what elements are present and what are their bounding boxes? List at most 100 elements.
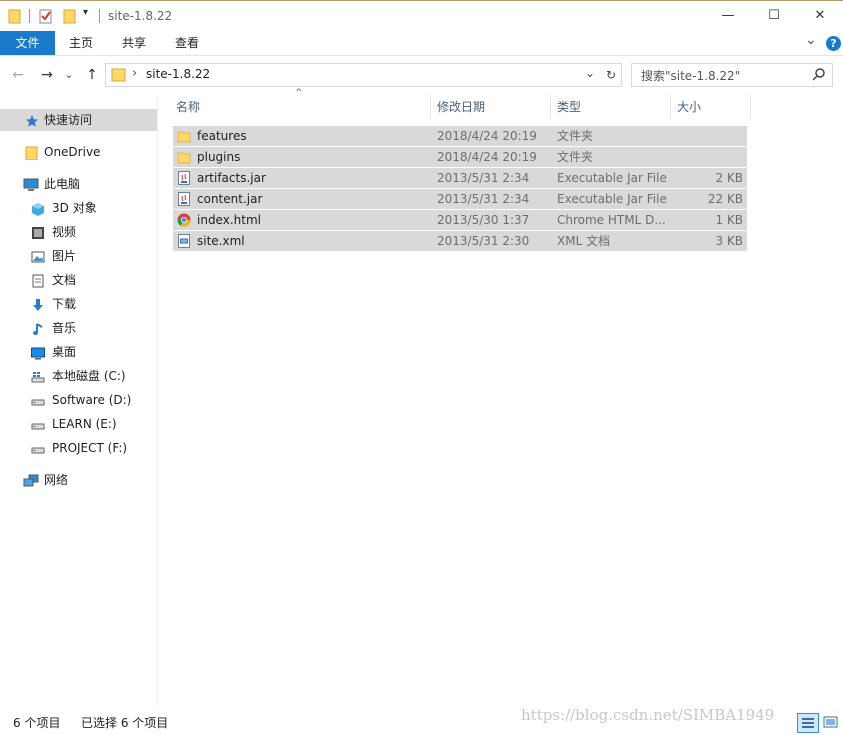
nav-label: 此电脑 bbox=[44, 177, 81, 191]
nav-label: 3D 对象 bbox=[52, 201, 97, 215]
minimize-button[interactable]: — bbox=[705, 1, 751, 31]
large-icons-view-button[interactable] bbox=[821, 713, 841, 731]
nav-onedrive[interactable]: OneDrive bbox=[0, 141, 157, 163]
nav-item[interactable]: 图片 bbox=[0, 245, 157, 267]
sort-ascending-icon: ^ bbox=[295, 88, 303, 98]
nav-item[interactable]: Software (D:) bbox=[0, 389, 157, 411]
address-dropdown-icon[interactable]: ⌄ bbox=[585, 66, 595, 80]
ribbon-tabs: 文件 主页 共享 查看 ⌄ ? bbox=[0, 31, 843, 56]
back-button[interactable]: ← bbox=[7, 64, 29, 86]
forward-button[interactable]: → bbox=[36, 64, 58, 86]
nav-item[interactable]: 本地磁盘 (C:) bbox=[0, 365, 157, 387]
nav-item[interactable]: 视频 bbox=[0, 221, 157, 243]
nav-label: 视频 bbox=[52, 225, 77, 239]
folder-icon bbox=[177, 150, 191, 164]
column-header-size[interactable]: 大小 bbox=[671, 95, 751, 119]
file-row[interactable]: site.xml 2013/5/31 2:30 XML 文档 3 KB bbox=[173, 231, 747, 251]
column-header-type[interactable]: 类型 bbox=[551, 95, 671, 119]
documents-icon bbox=[31, 273, 45, 288]
column-header-name[interactable]: 名称 bbox=[170, 95, 431, 119]
file-date: 2013/5/31 2:34 bbox=[437, 192, 530, 206]
nav-label: 图片 bbox=[52, 249, 77, 263]
video-icon bbox=[31, 225, 45, 239]
title-bar[interactable]: ▾ site-1.8.22 — ☐ ✕ bbox=[0, 1, 843, 31]
file-row[interactable]: plugins 2018/4/24 20:19 文件夹 bbox=[173, 147, 747, 167]
refresh-button[interactable]: ↻ bbox=[601, 63, 622, 87]
nav-quick-access[interactable]: 快速访问 bbox=[0, 109, 157, 131]
nav-item[interactable]: 桌面 bbox=[0, 341, 157, 363]
file-name: plugins bbox=[197, 150, 241, 164]
nav-item[interactable]: 3D 对象 bbox=[0, 197, 157, 219]
folder-icon bbox=[7, 8, 23, 24]
column-header-date[interactable]: 修改日期 bbox=[431, 95, 551, 119]
system-drive-icon bbox=[31, 369, 45, 383]
pictures-icon bbox=[31, 249, 45, 263]
music-icon bbox=[31, 321, 45, 335]
breadcrumb-current[interactable]: site-1.8.22 bbox=[146, 67, 210, 81]
file-row[interactable]: artifacts.jar 2013/5/31 2:34 Executable Ja… bbox=[173, 168, 747, 188]
recent-locations-button[interactable]: ⌄ bbox=[62, 64, 76, 86]
nav-this-pc[interactable]: 此电脑 bbox=[0, 173, 157, 195]
nav-item[interactable]: 音乐 bbox=[0, 317, 157, 339]
onedrive-icon bbox=[25, 145, 39, 161]
file-type: Executable Jar File bbox=[557, 171, 667, 185]
file-row[interactable]: features 2018/4/24 20:19 文件夹 bbox=[173, 126, 747, 146]
file-size: 22 KB bbox=[707, 192, 743, 206]
search-input[interactable]: 搜索"site-1.8.22" bbox=[641, 67, 740, 84]
nav-label: 网络 bbox=[44, 473, 69, 487]
help-icon[interactable]: ? bbox=[826, 36, 841, 51]
properties-icon[interactable] bbox=[38, 8, 54, 24]
file-size: 2 KB bbox=[715, 171, 743, 185]
file-name: site.xml bbox=[197, 234, 245, 248]
customize-quick-access-icon[interactable]: ▾ bbox=[83, 7, 93, 23]
file-row[interactable]: content.jar 2013/5/31 2:34 Executable Jar … bbox=[173, 189, 747, 209]
nav-item[interactable]: PROJECT (F:) bbox=[0, 437, 157, 459]
details-view-button[interactable] bbox=[797, 713, 819, 733]
desktop-icon bbox=[31, 345, 45, 360]
3d-objects-icon bbox=[31, 201, 45, 216]
nav-item[interactable]: 文档 bbox=[0, 269, 157, 291]
breadcrumb-separator[interactable]: › bbox=[132, 66, 137, 81]
address-bar[interactable]: › site-1.8.22 ⌄ bbox=[105, 63, 603, 87]
file-date: 2013/5/30 1:37 bbox=[437, 213, 530, 227]
up-button[interactable]: ↑ bbox=[81, 64, 103, 86]
close-button[interactable]: ✕ bbox=[797, 1, 843, 31]
file-date: 2018/4/24 20:19 bbox=[437, 150, 537, 164]
nav-label: OneDrive bbox=[44, 145, 101, 159]
nav-network[interactable]: 网络 bbox=[0, 469, 157, 491]
status-selection: 已选择 6 个项目 bbox=[81, 716, 169, 730]
tab-file[interactable]: 文件 bbox=[0, 31, 55, 55]
nav-item[interactable]: 下载 bbox=[0, 293, 157, 315]
file-size: 1 KB bbox=[715, 213, 743, 227]
nav-label: 桌面 bbox=[52, 345, 77, 359]
nav-label: LEARN (E:) bbox=[52, 417, 117, 431]
file-type: XML 文档 bbox=[557, 234, 611, 248]
column-label: 大小 bbox=[677, 100, 702, 114]
watermark: https://blog.csdn.net/SIMBA1949 bbox=[521, 706, 775, 724]
nav-label: 音乐 bbox=[52, 321, 77, 335]
tab-share[interactable]: 共享 bbox=[113, 31, 155, 55]
maximize-button[interactable]: ☐ bbox=[751, 1, 797, 31]
column-label: 类型 bbox=[557, 100, 582, 114]
computer-icon bbox=[23, 177, 39, 191]
jar-file-icon bbox=[177, 171, 191, 185]
tab-home[interactable]: 主页 bbox=[60, 31, 102, 55]
title-separator bbox=[29, 9, 30, 23]
nav-label: Software (D:) bbox=[52, 393, 132, 407]
search-box[interactable]: 搜索"site-1.8.22" bbox=[631, 63, 833, 87]
nav-label: 下载 bbox=[52, 297, 77, 311]
new-folder-icon[interactable] bbox=[62, 8, 78, 24]
tab-view[interactable]: 查看 bbox=[166, 31, 208, 55]
file-date: 2013/5/31 2:34 bbox=[437, 171, 530, 185]
nav-item[interactable]: LEARN (E:) bbox=[0, 413, 157, 435]
column-label: 修改日期 bbox=[437, 100, 486, 114]
file-name: content.jar bbox=[197, 192, 263, 206]
search-icon[interactable] bbox=[812, 67, 826, 84]
nav-label: 本地磁盘 (C:) bbox=[52, 369, 126, 383]
file-date: 2018/4/24 20:19 bbox=[437, 129, 537, 143]
collapse-ribbon-icon[interactable]: ⌄ bbox=[805, 32, 817, 48]
file-name: artifacts.jar bbox=[197, 171, 266, 185]
xml-file-icon bbox=[177, 234, 191, 248]
file-row[interactable]: index.html 2013/5/30 1:37 Chrome HTML D...… bbox=[173, 210, 747, 230]
status-item-count: 6 个项目 bbox=[13, 716, 61, 730]
